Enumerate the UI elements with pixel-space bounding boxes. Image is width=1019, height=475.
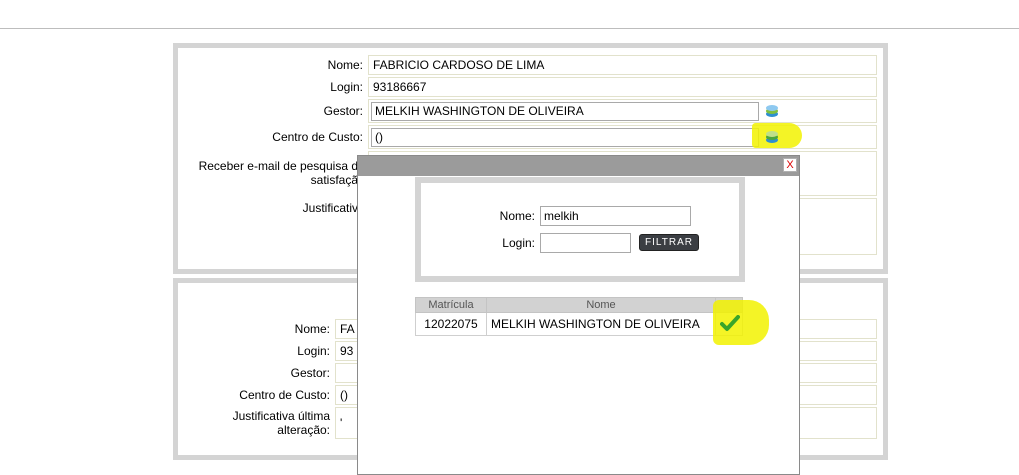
gestor-input[interactable]: MELKIH WASHINGTON DE OLIVEIRA	[371, 102, 759, 121]
centro-custo-label: Centro de Custo:	[272, 130, 363, 144]
login-field: 93186667	[368, 77, 877, 97]
table-row: 12022075 MELKIH WASHINGTON DE OLIVEIRA	[415, 312, 743, 336]
results-table: Matrícula Nome 12022075 MELKIH WASHINGTO…	[415, 297, 743, 336]
filter-panel: Nome: melkih Login: FILTRAR	[415, 177, 745, 282]
filter-button[interactable]: FILTRAR	[639, 234, 699, 251]
justificativa-label-2: Justificativa última alteração:	[232, 409, 330, 437]
nome-label: Nome:	[327, 58, 363, 72]
results-header-row: Matrícula Nome	[415, 297, 743, 313]
modal-header: X	[358, 156, 799, 176]
modal-nome-label: Nome:	[499, 209, 535, 223]
top-divider	[0, 28, 1019, 29]
cell-matricula: 12022075	[415, 312, 487, 336]
close-icon[interactable]: X	[783, 158, 797, 172]
search-layers-icon[interactable]	[765, 130, 779, 144]
modal-nome-input[interactable]: melkih	[540, 206, 691, 226]
justificativa-label: Justificativ	[302, 201, 358, 215]
col-matricula-header: Matrícula	[415, 297, 487, 313]
nome-label-2: Nome:	[294, 322, 330, 336]
search-layers-icon[interactable]	[765, 104, 779, 118]
gestor-label: Gestor:	[323, 104, 363, 118]
centro-custo-label-2: Centro de Custo:	[239, 388, 330, 402]
check-icon[interactable]	[720, 315, 740, 333]
nome-field: FABRICIO CARDOSO DE LIMA	[368, 55, 877, 75]
receber-email-label: Receber e-mail de pesquisa d satisfaçã	[198, 159, 358, 187]
gestor-label-2: Gestor:	[290, 366, 330, 380]
modal-login-input[interactable]	[540, 233, 631, 253]
centro-custo-input[interactable]: ()	[371, 128, 759, 147]
login-label-2: Login:	[297, 344, 330, 358]
col-nome-header: Nome	[486, 297, 716, 313]
modal-login-label: Login:	[502, 236, 535, 250]
login-label: Login:	[330, 80, 363, 94]
cell-nome: MELKIH WASHINGTON DE OLIVEIRA	[486, 312, 716, 336]
